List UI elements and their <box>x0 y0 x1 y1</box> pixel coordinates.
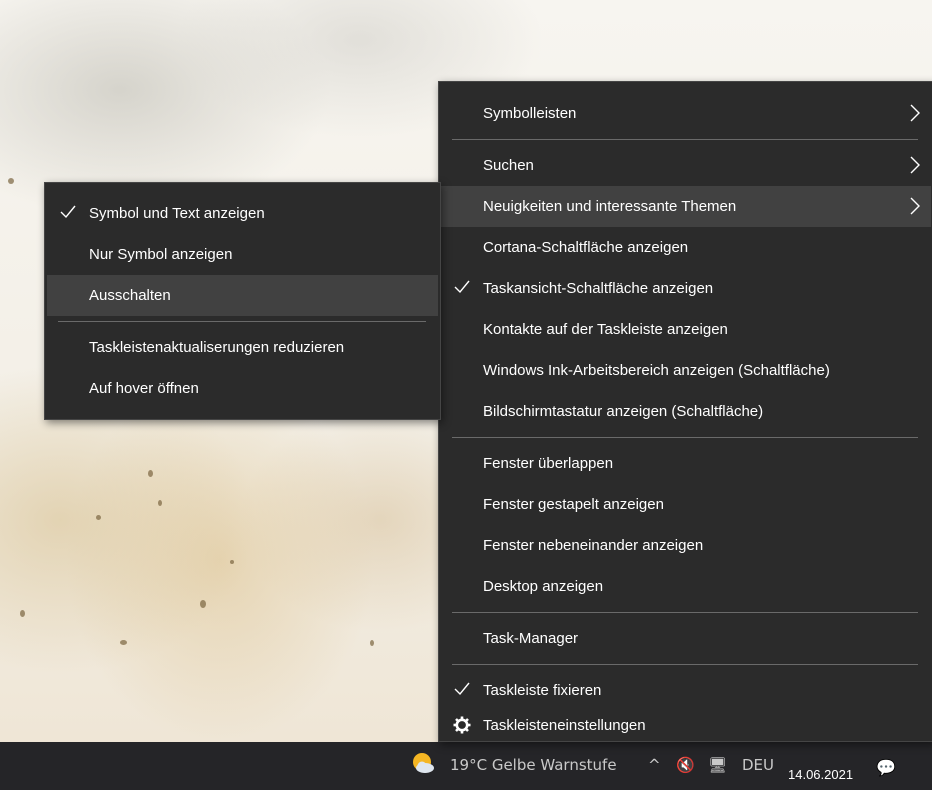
language-indicator[interactable]: DEU <box>742 756 774 774</box>
menu-item-fenster-gestapelt[interactable]: Fenster gestapelt anzeigen <box>441 484 931 525</box>
chevron-right-icon <box>910 156 920 174</box>
menu-item-fenster-ueberlappen[interactable]: Fenster überlappen <box>441 443 931 484</box>
menu-item-label: Windows Ink-Arbeitsbereich anzeigen (Sch… <box>483 362 830 379</box>
menu-item-label: Fenster überlappen <box>483 455 614 472</box>
network-icon[interactable]: 🖥 <box>708 756 727 774</box>
menu-item-taskleiste-fixieren[interactable]: Taskleiste fixieren <box>441 670 931 711</box>
menu-item-task-manager[interactable]: Task-Manager <box>441 618 931 659</box>
menu-item-fenster-nebeneinander[interactable]: Fenster nebeneinander anzeigen <box>441 525 931 566</box>
menu-item-label: Symbol und Text anzeigen <box>89 205 265 222</box>
submenu-item-nur-symbol[interactable]: Nur Symbol anzeigen <box>47 234 438 275</box>
taskbar-context-menu: Symbolleisten Suchen Neuigkeiten und int… <box>438 81 932 742</box>
news-interests-submenu: Symbol und Text anzeigen Nur Symbol anze… <box>44 182 441 420</box>
menu-separator <box>452 612 918 613</box>
notification-center-icon[interactable]: 💬 <box>876 758 896 777</box>
chevron-right-icon <box>910 197 920 215</box>
checkmark-icon <box>454 682 470 696</box>
menu-item-kontakte[interactable]: Kontakte auf der Taskleiste anzeigen <box>441 309 931 350</box>
menu-item-label: Ausschalten <box>89 287 171 304</box>
volume-muted-icon[interactable]: 🔇 <box>676 756 695 774</box>
menu-item-symbolleisten[interactable]: Symbolleisten <box>441 93 931 134</box>
weather-text[interactable]: 19°C Gelbe Warnstufe <box>450 756 617 774</box>
menu-item-label: Neuigkeiten und interessante Themen <box>483 198 737 215</box>
menu-item-label: Cortana-Schaltfläche anzeigen <box>483 239 689 256</box>
submenu-item-auf-hover-oeffnen[interactable]: Auf hover öffnen <box>47 368 438 409</box>
submenu-item-aktualisierungen-reduzieren[interactable]: Taskleistenaktualiserungen reduzieren <box>47 327 438 368</box>
taskbar: 19°C Gelbe Warnstufe ^ 🔇 🖥 DEU 14.06.202… <box>0 742 932 790</box>
menu-item-bildschirmtastatur[interactable]: Bildschirmtastatur anzeigen (Schaltfläch… <box>441 391 931 432</box>
menu-item-label: Taskleiste fixieren <box>483 682 602 699</box>
menu-item-label: Symbolleisten <box>483 105 577 122</box>
menu-item-label: Suchen <box>483 157 534 174</box>
menu-item-label: Fenster nebeneinander anzeigen <box>483 537 704 554</box>
menu-item-label: Desktop anzeigen <box>483 578 604 595</box>
menu-item-label: Nur Symbol anzeigen <box>89 246 233 263</box>
menu-item-label: Task-Manager <box>483 630 579 647</box>
gear-icon <box>453 716 471 734</box>
menu-item-label: Auf hover öffnen <box>89 380 199 397</box>
menu-item-windows-ink[interactable]: Windows Ink-Arbeitsbereich anzeigen (Sch… <box>441 350 931 391</box>
checkmark-icon <box>454 280 470 294</box>
menu-item-desktop-anzeigen[interactable]: Desktop anzeigen <box>441 566 931 607</box>
menu-item-taskleisteneinstellungen[interactable]: Taskleisteneinstellungen <box>441 711 931 739</box>
weather-sun-cloud-icon[interactable] <box>410 751 436 777</box>
menu-item-taskansicht[interactable]: Taskansicht-Schaltfläche anzeigen <box>441 268 931 309</box>
menu-item-label: Bildschirmtastatur anzeigen (Schaltfläch… <box>483 403 764 420</box>
menu-item-label: Taskleisteneinstellungen <box>483 716 646 734</box>
menu-item-suchen[interactable]: Suchen <box>441 145 931 186</box>
tray-chevron-icon[interactable]: ^ <box>648 756 661 774</box>
menu-item-label: Kontakte auf der Taskleiste anzeigen <box>483 321 728 338</box>
menu-item-label: Taskleistenaktualiserungen reduzieren <box>89 339 345 356</box>
menu-separator <box>452 139 918 140</box>
submenu-item-ausschalten[interactable]: Ausschalten <box>47 275 438 316</box>
menu-item-cortana[interactable]: Cortana-Schaltfläche anzeigen <box>441 227 931 268</box>
checkmark-icon <box>60 205 76 219</box>
menu-item-label: Fenster gestapelt anzeigen <box>483 496 664 513</box>
menu-separator <box>452 664 918 665</box>
submenu-item-symbol-und-text[interactable]: Symbol und Text anzeigen <box>47 193 438 234</box>
menu-item-neuigkeiten[interactable]: Neuigkeiten und interessante Themen <box>441 186 931 227</box>
menu-separator <box>58 321 426 322</box>
chevron-right-icon <box>910 104 920 122</box>
taskbar-date[interactable]: 14.06.2021 <box>788 767 853 782</box>
menu-separator <box>452 437 918 438</box>
menu-item-label: Taskansicht-Schaltfläche anzeigen <box>483 280 714 297</box>
